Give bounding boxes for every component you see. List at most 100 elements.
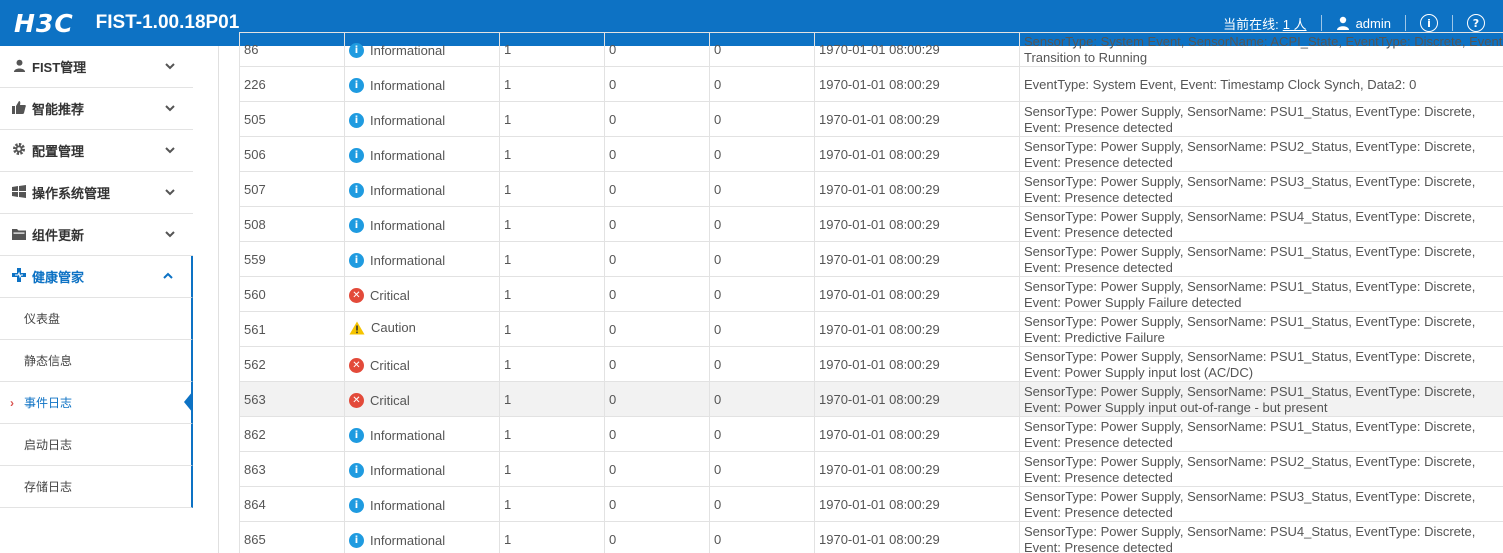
table-row[interactable]: 862 i Informational 1 0 0 1970-01-01 08:00:29 S… [239, 416, 1503, 452]
sidebar-sub-dashboard[interactable]: 仪表盘 [0, 298, 193, 340]
severity-label: Informational [370, 462, 446, 478]
cell-value-a: 0 [604, 486, 710, 522]
info-icon[interactable]: i [1420, 14, 1438, 32]
info-icon: i [349, 497, 364, 513]
help-icon[interactable]: ? [1467, 14, 1485, 32]
sidebar-sub-boot-log[interactable]: 启动日志 [0, 424, 193, 466]
severity-label: Critical [370, 287, 410, 303]
table-row[interactable]: 507 i Informational 1 0 0 1970-01-01 08:00:29 S… [239, 171, 1503, 207]
cell-id: 505 [239, 101, 345, 137]
event-log-table-container[interactable]: 86 i Informational 1 0 0 1970-01-01 08:00:29 Se… [239, 32, 1503, 553]
brand-logo: H3C [14, 8, 74, 38]
online-label: 当前在线: [1223, 16, 1279, 32]
info-icon: i [349, 112, 364, 128]
cell-description: SensorType: Power Supply, SensorName: PS… [1019, 101, 1503, 137]
severity-label: Informational [370, 497, 446, 513]
cell-severity: i Informational [344, 416, 500, 452]
cell-severity: i Informational [344, 136, 500, 172]
critical-icon: ✕ [349, 392, 364, 408]
sidebar-item-os[interactable]: 操作系统管理 [0, 172, 193, 214]
cell-severity: ✕ Critical [344, 381, 500, 417]
cell-severity: ✕ Critical [344, 276, 500, 312]
cell-value-a: 0 [604, 136, 710, 172]
cell-value-a: 0 [604, 101, 710, 137]
info-icon: i [349, 252, 364, 268]
severity-label: Informational [370, 43, 446, 58]
cell-count: 1 [499, 136, 605, 172]
cell-description: EventType: System Event, Event: Timestam… [1019, 66, 1503, 102]
sidebar-item-recommend[interactable]: 智能推荐 [0, 88, 193, 130]
cell-count: 1 [499, 311, 605, 347]
severity-label: Informational [370, 147, 446, 163]
table-row[interactable]: 86 i Informational 1 0 0 1970-01-01 08:00:29 Se… [239, 32, 1503, 67]
cell-value-a: 0 [604, 521, 710, 553]
table-row[interactable]: 226 i Informational 1 0 0 1970-01-01 08:00:29 E… [239, 66, 1503, 102]
cell-timestamp: 1970-01-01 08:00:29 [814, 136, 1020, 172]
cell-description: SensorType: Power Supply, SensorName: PS… [1019, 381, 1503, 417]
cell-id: 862 [239, 416, 345, 452]
cell-id: 561 [239, 311, 345, 347]
cell-id: 226 [239, 66, 345, 102]
cell-value-b: 0 [709, 346, 815, 382]
table-row[interactable]: 506 i Informational 1 0 0 1970-01-01 08:00:29 S… [239, 136, 1503, 172]
sidebar-item-fist[interactable]: FIST管理 [0, 46, 193, 88]
cell-id: 506 [239, 136, 345, 172]
cell-value-b: 0 [709, 136, 815, 172]
table-row[interactable]: 864 i Informational 1 0 0 1970-01-01 08:00:29 S… [239, 486, 1503, 522]
severity-label: Informational [370, 112, 446, 128]
cell-value-a: 0 [604, 451, 710, 487]
cell-id: 507 [239, 171, 345, 207]
sidebar-sub-static-info[interactable]: 静态信息 [0, 340, 193, 382]
table-row[interactable]: 508 i Informational 1 0 0 1970-01-01 08:00:29 S… [239, 206, 1503, 242]
table-row[interactable]: 560 ✕ Critical 1 0 0 1970-01-01 08:00:29 Sensor… [239, 276, 1503, 312]
cell-timestamp: 1970-01-01 08:00:29 [814, 241, 1020, 277]
table-row[interactable]: 561 Caution 1 0 0 1970-01-01 08:00:29 SensorTy… [239, 311, 1503, 347]
cell-id: 563 [239, 381, 345, 417]
content-divider [218, 46, 219, 553]
cell-count: 1 [499, 206, 605, 242]
online-count-link[interactable]: 1 人 [1283, 14, 1307, 33]
medical-cross-icon [10, 268, 28, 285]
cell-description: SensorType: Power Supply, SensorName: PS… [1019, 521, 1503, 553]
table-row[interactable]: 505 i Informational 1 0 0 1970-01-01 08:00:29 S… [239, 101, 1503, 137]
cell-value-a: 0 [604, 241, 710, 277]
severity-label: Informational [370, 77, 446, 93]
active-pointer [184, 391, 193, 413]
info-icon: i [349, 217, 364, 233]
sidebar-item-health[interactable]: 健康管家 [0, 256, 193, 298]
cell-id: 562 [239, 346, 345, 382]
cell-severity: i Informational [344, 521, 500, 553]
user-menu[interactable]: admin [1336, 16, 1391, 31]
cell-timestamp: 1970-01-01 08:00:29 [814, 206, 1020, 242]
table-row[interactable]: 863 i Informational 1 0 0 1970-01-01 08:00:29 S… [239, 451, 1503, 487]
severity-label: Caution [371, 320, 416, 336]
severity-label: Informational [370, 182, 446, 198]
cell-value-b: 0 [709, 311, 815, 347]
cell-value-b: 0 [709, 206, 815, 242]
sidebar-sub-storage-log[interactable]: 存储日志 [0, 466, 193, 508]
cell-count: 1 [499, 346, 605, 382]
cell-description: SensorType: Power Supply, SensorName: PS… [1019, 241, 1503, 277]
table-row[interactable]: 559 i Informational 1 0 0 1970-01-01 08:00:29 S… [239, 241, 1503, 277]
info-icon: i [349, 532, 364, 548]
sidebar-item-config[interactable]: 配置管理 [0, 130, 193, 172]
cell-timestamp: 1970-01-01 08:00:29 [814, 451, 1020, 487]
cell-description: SensorType: Power Supply, SensorName: PS… [1019, 136, 1503, 172]
cell-severity: Caution [344, 311, 500, 347]
table-row[interactable]: 865 i Informational 1 0 0 1970-01-01 08:00:29 S… [239, 521, 1503, 553]
cell-description: SensorType: Power Supply, SensorName: PS… [1019, 276, 1503, 312]
table-row[interactable]: 562 ✕ Critical 1 0 0 1970-01-01 08:00:29 Sensor… [239, 346, 1503, 382]
cell-count: 1 [499, 171, 605, 207]
cell-value-b: 0 [709, 276, 815, 312]
cell-description: SensorType: Power Supply, SensorName: PS… [1019, 486, 1503, 522]
cell-count: 1 [499, 66, 605, 102]
table-row[interactable]: 563 ✕ Critical 1 0 0 1970-01-01 08:00:29 Sensor… [239, 381, 1503, 417]
severity-label: Informational [370, 427, 446, 443]
severity-label: Critical [370, 357, 410, 373]
info-icon: i [349, 147, 364, 163]
cell-timestamp: 1970-01-01 08:00:29 [814, 276, 1020, 312]
cell-description: SensorType: Power Supply, SensorName: PS… [1019, 451, 1503, 487]
cell-value-a: 0 [604, 206, 710, 242]
sidebar-sub-event-log[interactable]: › 事件日志 [0, 382, 193, 424]
sidebar-item-update[interactable]: 组件更新 [0, 214, 193, 256]
